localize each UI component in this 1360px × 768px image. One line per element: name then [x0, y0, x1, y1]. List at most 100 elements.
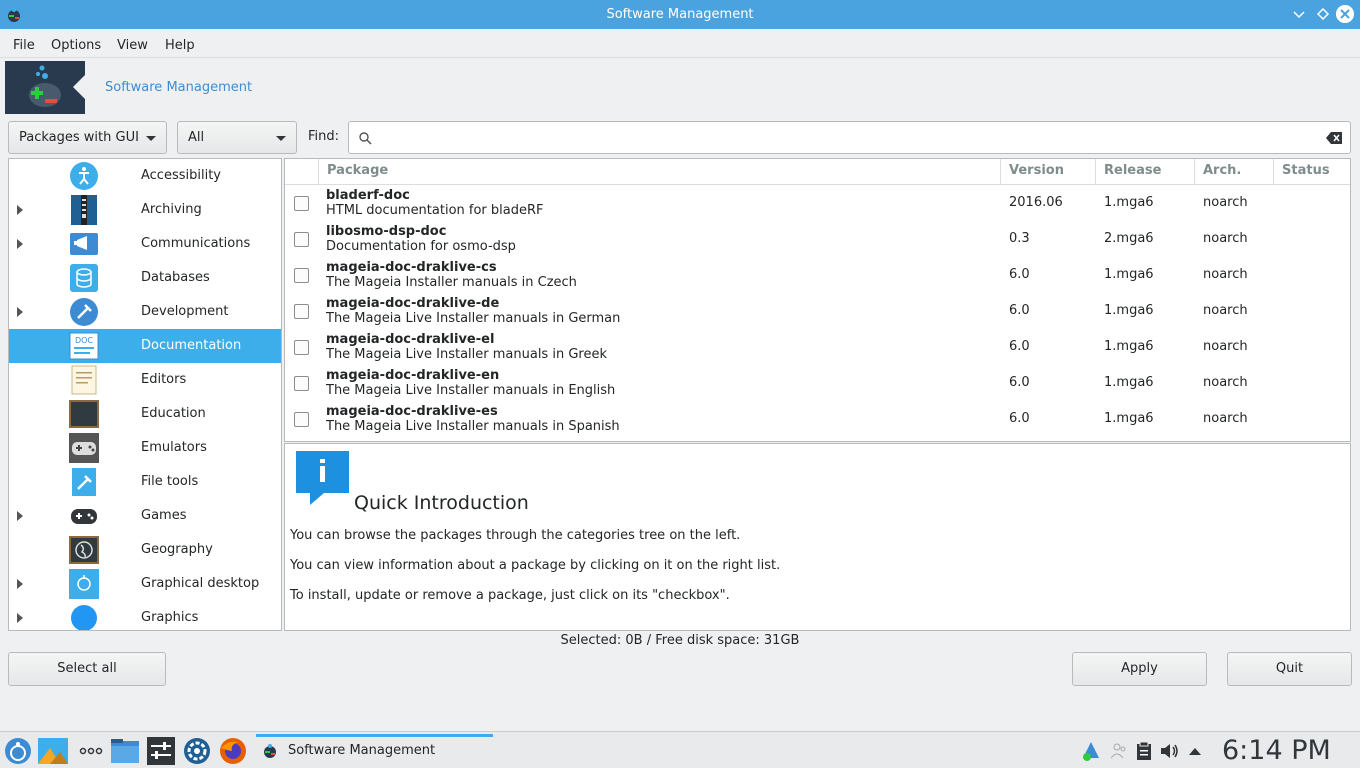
- package-checkbox[interactable]: [294, 232, 309, 247]
- category-item-education[interactable]: Education: [9, 397, 281, 431]
- menu-help[interactable]: Help: [165, 38, 195, 53]
- package-description: The Mageia Live Installer manuals in Spa…: [326, 419, 620, 434]
- close-icon[interactable]: [1336, 5, 1354, 23]
- category-item-development[interactable]: Development: [9, 295, 281, 329]
- category-item-graphics[interactable]: Graphics: [9, 601, 281, 631]
- package-version: 0.3: [1009, 231, 1030, 246]
- image-viewer-icon[interactable]: [38, 736, 68, 766]
- scope-filter-select[interactable]: All: [177, 121, 297, 154]
- column-header-package[interactable]: Package: [319, 159, 1001, 185]
- clear-text-icon[interactable]: [1326, 132, 1342, 144]
- category-item-games[interactable]: Games: [9, 499, 281, 533]
- package-checkbox[interactable]: [294, 376, 309, 391]
- package-table[interactable]: Package Version Release Arch. Status bla…: [284, 158, 1351, 442]
- category-label: Games: [141, 508, 186, 523]
- package-name: bladerf-doc: [326, 188, 410, 203]
- category-item-graphical-desktop[interactable]: Graphical desktop: [9, 567, 281, 601]
- menu-file[interactable]: File: [13, 38, 35, 53]
- info-line: You can view information about a package…: [290, 558, 780, 573]
- package-version: 6.0: [1009, 339, 1030, 354]
- column-header-version[interactable]: Version: [1001, 159, 1096, 185]
- category-item-file-tools[interactable]: File tools: [9, 465, 281, 499]
- volume-icon[interactable]: [1160, 742, 1180, 760]
- scope-filter-value: All: [188, 130, 204, 145]
- menu-view[interactable]: View: [117, 38, 148, 53]
- package-name: mageia-doc-draklive-cs: [326, 260, 497, 275]
- table-row[interactable]: mageia-doc-draklive-cs The Mageia Instal…: [285, 257, 1350, 293]
- package-release: 1.mga6: [1104, 195, 1154, 210]
- package-arch: noarch: [1203, 303, 1248, 318]
- category-label: Graphics: [141, 610, 198, 625]
- package-description: The Mageia Live Installer manuals in Gre…: [326, 347, 607, 362]
- expand-arrow-icon[interactable]: [17, 613, 23, 623]
- package-name: libosmo-dsp-doc: [326, 224, 446, 239]
- search-icon: [359, 132, 372, 145]
- info-icon: [296, 451, 351, 506]
- control-center-icon[interactable]: [182, 736, 212, 766]
- expand-arrow-icon[interactable]: [17, 511, 23, 521]
- select-all-button[interactable]: Select all: [8, 652, 166, 686]
- column-header-status[interactable]: Status: [1274, 159, 1350, 185]
- group-filter-select[interactable]: Packages with GUI: [8, 121, 167, 154]
- window-title: Software Management: [0, 7, 1360, 22]
- minimize-icon[interactable]: [1290, 5, 1308, 23]
- expand-arrow-icon[interactable]: [17, 239, 23, 249]
- table-row[interactable]: mageia-doc-draklive-en The Mageia Live I…: [285, 365, 1350, 401]
- info-line: You can browse the packages through the …: [290, 528, 740, 543]
- user-switch-icon[interactable]: [1110, 742, 1128, 760]
- firefox-icon[interactable]: [218, 736, 248, 766]
- package-checkbox[interactable]: [294, 268, 309, 283]
- category-label: Geography: [141, 542, 213, 557]
- file-manager-icon[interactable]: [110, 736, 140, 766]
- menu-bar: File Options View Help: [0, 30, 1360, 58]
- expand-arrow-icon[interactable]: [17, 307, 23, 317]
- category-item-databases[interactable]: Databases: [9, 261, 281, 295]
- svg-text:DOC: DOC: [75, 336, 93, 345]
- category-item-communications[interactable]: Communications: [9, 227, 281, 261]
- column-header-arch[interactable]: Arch.: [1195, 159, 1274, 185]
- maximize-icon[interactable]: [1314, 5, 1332, 23]
- games-icon: [69, 501, 99, 531]
- settings-icon[interactable]: [146, 736, 176, 766]
- apply-button[interactable]: Apply: [1072, 652, 1207, 686]
- table-row[interactable]: libosmo-dsp-doc Documentation for osmo-d…: [285, 221, 1350, 257]
- group-filter-value: Packages with GUI: [19, 130, 139, 145]
- package-checkbox[interactable]: [294, 196, 309, 211]
- table-row[interactable]: bladerf-doc HTML documentation for blade…: [285, 185, 1350, 221]
- category-item-documentation[interactable]: DOC Documentation: [9, 329, 281, 363]
- table-row[interactable]: mageia-doc-draklive-el The Mageia Live I…: [285, 329, 1350, 365]
- geography-icon: [69, 535, 99, 565]
- header-title: Software Management: [105, 80, 252, 95]
- menu-options[interactable]: Options: [51, 38, 101, 53]
- tray-expand-icon[interactable]: [1188, 744, 1202, 758]
- clock[interactable]: 6:14 PM: [1222, 735, 1331, 766]
- category-item-geography[interactable]: Geography: [9, 533, 281, 567]
- category-label: Editors: [141, 372, 186, 387]
- quit-button[interactable]: Quit: [1227, 652, 1352, 686]
- category-label: Communications: [141, 236, 250, 251]
- category-item-accessibility[interactable]: Accessibility: [9, 159, 281, 193]
- package-checkbox[interactable]: [294, 340, 309, 355]
- category-item-editors[interactable]: Editors: [9, 363, 281, 397]
- category-item-emulators[interactable]: Emulators: [9, 431, 281, 465]
- package-arch: noarch: [1203, 267, 1248, 282]
- app-launcher-icon[interactable]: [3, 736, 33, 766]
- search-input[interactable]: [348, 121, 1351, 154]
- package-checkbox[interactable]: [294, 304, 309, 319]
- expand-arrow-icon[interactable]: [17, 205, 23, 215]
- table-row[interactable]: mageia-doc-draklive-de The Mageia Live I…: [285, 293, 1350, 329]
- status-text: Selected: 0B / Free disk space: 31GB: [0, 633, 1360, 648]
- column-header-release[interactable]: Release: [1096, 159, 1195, 185]
- category-item-archiving[interactable]: Archiving: [9, 193, 281, 227]
- package-description: Documentation for osmo-dsp: [326, 239, 516, 254]
- clipboard-icon[interactable]: [1136, 742, 1152, 760]
- desktop-icon: [69, 569, 99, 599]
- communications-icon: [69, 229, 99, 259]
- development-icon: [69, 297, 99, 327]
- table-row[interactable]: mageia-doc-draklive-es The Mageia Live I…: [285, 401, 1350, 437]
- more-icon[interactable]: [76, 736, 106, 766]
- update-notifier-icon[interactable]: [1080, 740, 1102, 762]
- expand-arrow-icon[interactable]: [17, 579, 23, 589]
- package-checkbox[interactable]: [294, 412, 309, 427]
- category-tree[interactable]: Accessibility Archiving Communications D…: [8, 158, 282, 631]
